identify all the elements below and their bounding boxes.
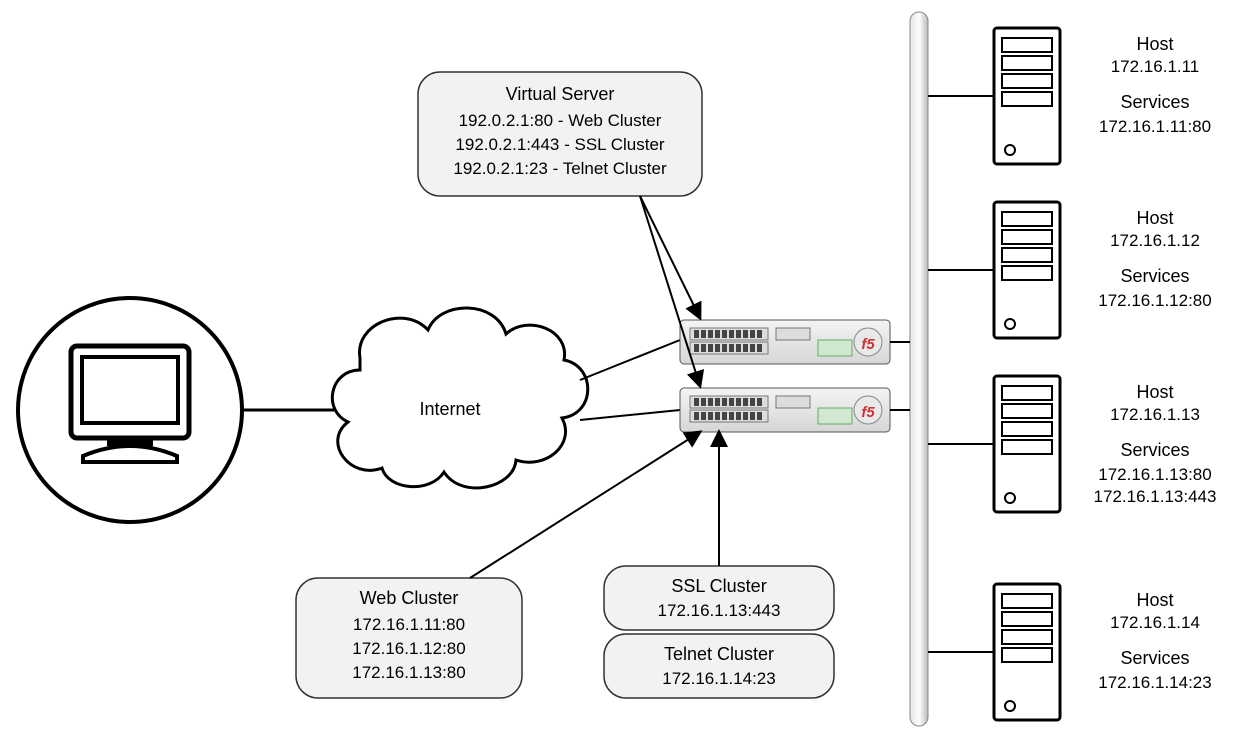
load-balancer-bottom: f5 [680,388,890,432]
host-services-label: Services [1120,648,1189,668]
virtual-server-line: 192.0.2.1:23 - Telnet Cluster [453,159,667,178]
host-label: Host [1136,208,1173,228]
web-cluster-line: 172.16.1.13:80 [352,663,465,682]
web-cluster-box: Web Cluster 172.16.1.11:80 172.16.1.12:8… [296,578,522,698]
telnet-cluster-title: Telnet Cluster [664,644,774,664]
host-service-line: 172.16.1.13:443 [1094,487,1217,506]
web-cluster-line: 172.16.1.11:80 [353,615,465,634]
host-service-line: 172.16.1.14:23 [1098,673,1211,692]
host-service-line: 172.16.1.12:80 [1098,291,1211,310]
host-label: Host [1136,34,1173,54]
host-ip: 172.16.1.14 [1110,613,1200,632]
host-ip: 172.16.1.11 [1111,57,1200,76]
host-label: Host [1136,382,1173,402]
host-services-label: Services [1120,440,1189,460]
server-rail [910,12,928,726]
host-group: Host 172.16.1.14 Services 172.16.1.14:23 [928,584,1212,720]
host-label: Host [1136,590,1173,610]
host-group: Host 172.16.1.11 Services 172.16.1.11:80 [928,28,1211,164]
host-ip: 172.16.1.12 [1110,231,1200,250]
ssl-cluster-title: SSL Cluster [671,576,766,596]
virtual-server-line: 192.0.2.1:443 - SSL Cluster [455,135,665,154]
host-group: Host 172.16.1.12 Services 172.16.1.12:80 [928,202,1212,338]
ssl-cluster-line: 172.16.1.13:443 [658,601,781,620]
host-ip: 172.16.1.13 [1110,405,1200,424]
client-node [18,298,242,522]
network-diagram: Internet f5 f5 Virtual Se [0,0,1251,741]
web-cluster-line: 172.16.1.12:80 [352,639,465,658]
internet-cloud: Internet [332,308,587,488]
host-services-label: Services [1120,266,1189,286]
virtual-server-title: Virtual Server [506,84,615,104]
virtual-server-box: Virtual Server 192.0.2.1:80 - Web Cluste… [418,72,702,196]
host-group: Host 172.16.1.13 Services 172.16.1.13:80 172… [928,376,1216,512]
telnet-cluster-box: Telnet Cluster 172.16.1.14:23 [604,634,834,698]
host-services-label: Services [1120,92,1189,112]
host-service-line: 172.16.1.13:80 [1098,465,1211,484]
host-service-line: 172.16.1.11:80 [1099,117,1211,136]
load-balancer-top: f5 [680,320,890,364]
svg-text:f5: f5 [861,336,875,353]
virtual-server-line: 192.0.2.1:80 - Web Cluster [459,111,662,130]
svg-text:f5: f5 [861,404,875,421]
internet-label: Internet [419,399,480,419]
ssl-cluster-box: SSL Cluster 172.16.1.13:443 [604,566,834,630]
telnet-cluster-line: 172.16.1.14:23 [662,669,775,688]
web-cluster-title: Web Cluster [360,588,459,608]
